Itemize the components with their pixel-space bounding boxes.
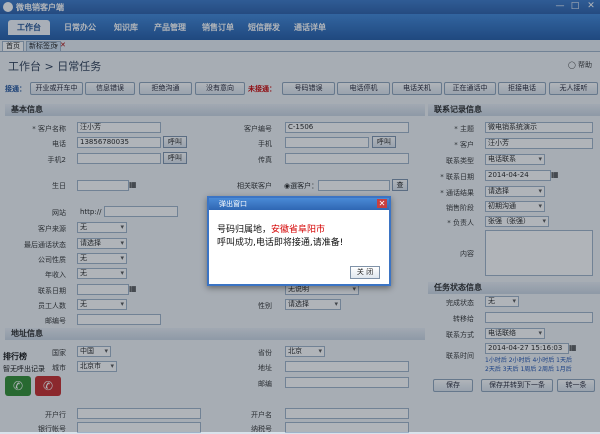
dialog-close-icon[interactable]: ✕ (377, 199, 387, 208)
dialog-close-button[interactable]: 关 闭 (350, 266, 380, 279)
dialog-title: 弹出窗口 (219, 200, 247, 208)
dialog-location-city: 安徽省阜阳市 (271, 225, 326, 235)
popup-dialog: 弹出窗口 ✕ 号码归属地，安徽省阜阳市 呼叫成功,电话即将接通,请准备! 关 闭 (207, 196, 391, 286)
dialog-titlebar: 弹出窗口 ✕ (209, 198, 389, 210)
dialog-message: 呼叫成功,电话即将接通,请准备! (217, 238, 344, 248)
dialog-location-prefix: 号码归属地， (217, 225, 272, 235)
dialog-location-line: 号码归属地，安徽省阜阳市 (217, 222, 325, 235)
